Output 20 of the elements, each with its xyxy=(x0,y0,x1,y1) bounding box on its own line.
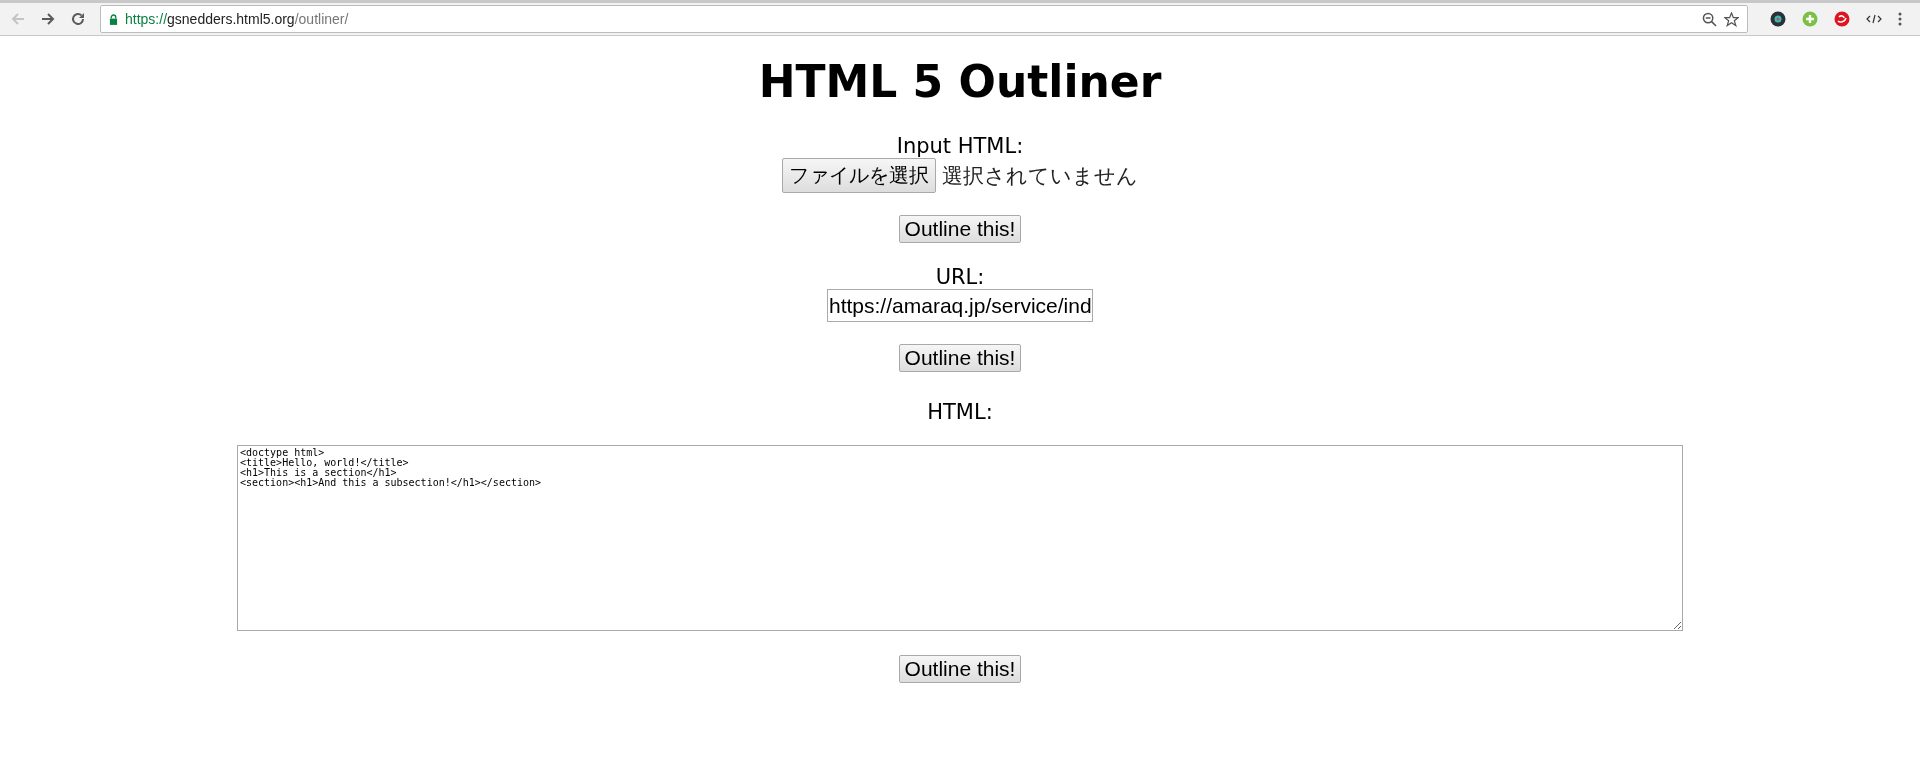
page-title: HTML 5 Outliner xyxy=(758,56,1162,108)
url-text: https://gsnedders.html5.org/outliner/ xyxy=(125,11,349,27)
reload-icon[interactable] xyxy=(70,11,86,27)
file-status: 選択されていません xyxy=(942,162,1138,190)
html-label: HTML: xyxy=(927,400,993,424)
camera-lens-icon[interactable] xyxy=(1770,11,1786,27)
outline-button[interactable]: Outline this! xyxy=(898,344,1022,372)
outline-button[interactable]: Outline this! xyxy=(898,215,1022,243)
input-html-label: Input HTML: xyxy=(896,134,1024,158)
html-field[interactable]: <doctype html> <title>Hello, world!</title> <h1>This is a section</h1> <section><h1>And this a subsection!</h1></section> xyxy=(237,445,1683,631)
star-icon[interactable] xyxy=(1724,11,1739,27)
url-field[interactable]: https://amaraq.jp/service/ind xyxy=(827,289,1093,322)
address-bar[interactable]: https://gsnedders.html5.org/outliner/ xyxy=(100,5,1748,33)
zoom-out-icon[interactable] xyxy=(1702,11,1717,27)
forward-icon[interactable] xyxy=(40,11,56,27)
swirl-icon[interactable] xyxy=(1834,11,1850,27)
more-menu-icon[interactable] xyxy=(1898,11,1902,27)
outline-button[interactable]: Outline this! xyxy=(898,655,1022,683)
choose-file-button[interactable]: ファイルを選択 xyxy=(782,158,936,193)
url-label: URL: xyxy=(935,265,985,289)
